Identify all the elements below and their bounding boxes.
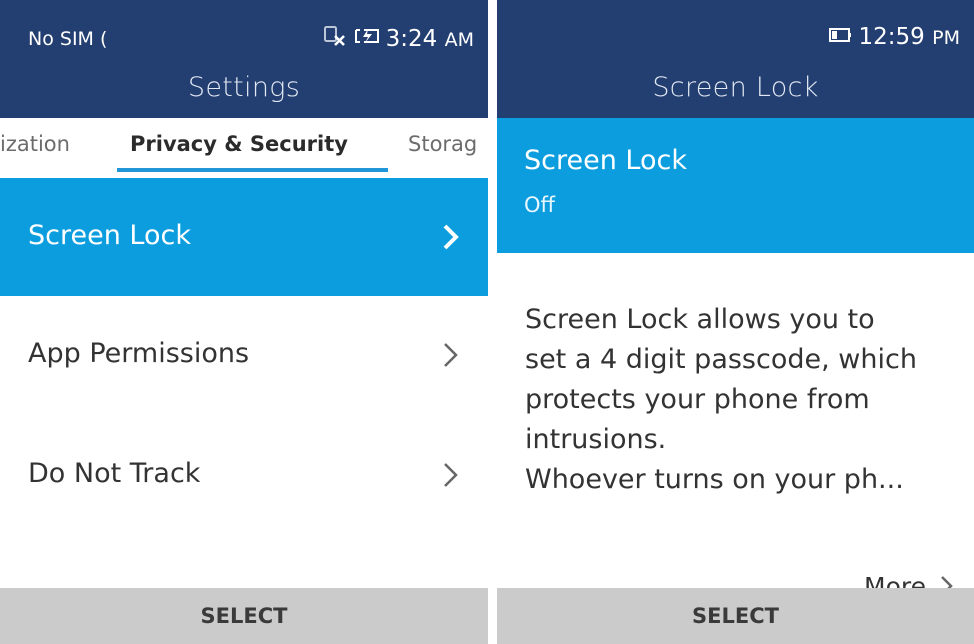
status-time: 12:59 PM [858, 24, 960, 50]
softkey-select[interactable]: SELECT [0, 588, 488, 644]
description-line: intrusions. [525, 424, 667, 455]
status-bar: No SIM ( 3:24 AM [0, 22, 488, 58]
tab-underline [117, 168, 388, 172]
description-line: Whoever turns on your ph... [525, 464, 904, 495]
tab-privacy-security[interactable]: Privacy & Security [130, 132, 348, 156]
tab-personalization[interactable]: ization [0, 132, 70, 156]
softkey-select[interactable]: SELECT [497, 588, 974, 644]
setting-value: Off [524, 193, 555, 217]
carrier-status: No SIM ( [28, 28, 108, 50]
list-item-label: App Permissions [28, 338, 250, 369]
app-header: 12:59 PM Screen Lock [497, 0, 974, 118]
list-item-do-not-track[interactable]: Do Not Track [0, 416, 488, 534]
list-item-label: Screen Lock [28, 220, 191, 251]
screen-lock-setting[interactable]: Screen Lock Off [497, 118, 974, 253]
description-line: protects your phone from [525, 384, 870, 415]
description-line: Screen Lock allows you to [525, 304, 875, 335]
list-item-screen-lock[interactable]: Screen Lock [0, 178, 488, 296]
list-item-label: Do Not Track [28, 458, 201, 489]
tab-storage[interactable]: Storag [408, 132, 477, 156]
status-bar: 12:59 PM [497, 22, 974, 58]
chevron-right-icon [444, 463, 458, 487]
list-item-app-permissions[interactable]: App Permissions [0, 296, 488, 414]
chevron-right-icon [444, 343, 458, 367]
battery-icon [827, 25, 853, 50]
no-sim-icon [322, 24, 348, 53]
page-title: Screen Lock [652, 72, 819, 103]
page-title: Settings [187, 72, 301, 103]
battery-charging-icon [354, 26, 380, 51]
settings-screen: No SIM ( 3:24 AM Settings ization Privac… [0, 0, 488, 644]
screen-lock-screen: 12:59 PM Screen Lock Screen Lock Off Scr… [497, 0, 974, 644]
setting-name: Screen Lock [524, 145, 687, 176]
chevron-right-icon [443, 224, 459, 250]
description: Screen Lock allows you to set a 4 digit … [525, 300, 964, 500]
tab-bar: ization Privacy & Security Storag [0, 118, 488, 178]
app-header: No SIM ( 3:24 AM Settings [0, 0, 488, 118]
divider [488, 0, 497, 644]
status-time: 3:24 AM [385, 25, 474, 52]
description-line: set a 4 digit passcode, which [525, 344, 917, 375]
